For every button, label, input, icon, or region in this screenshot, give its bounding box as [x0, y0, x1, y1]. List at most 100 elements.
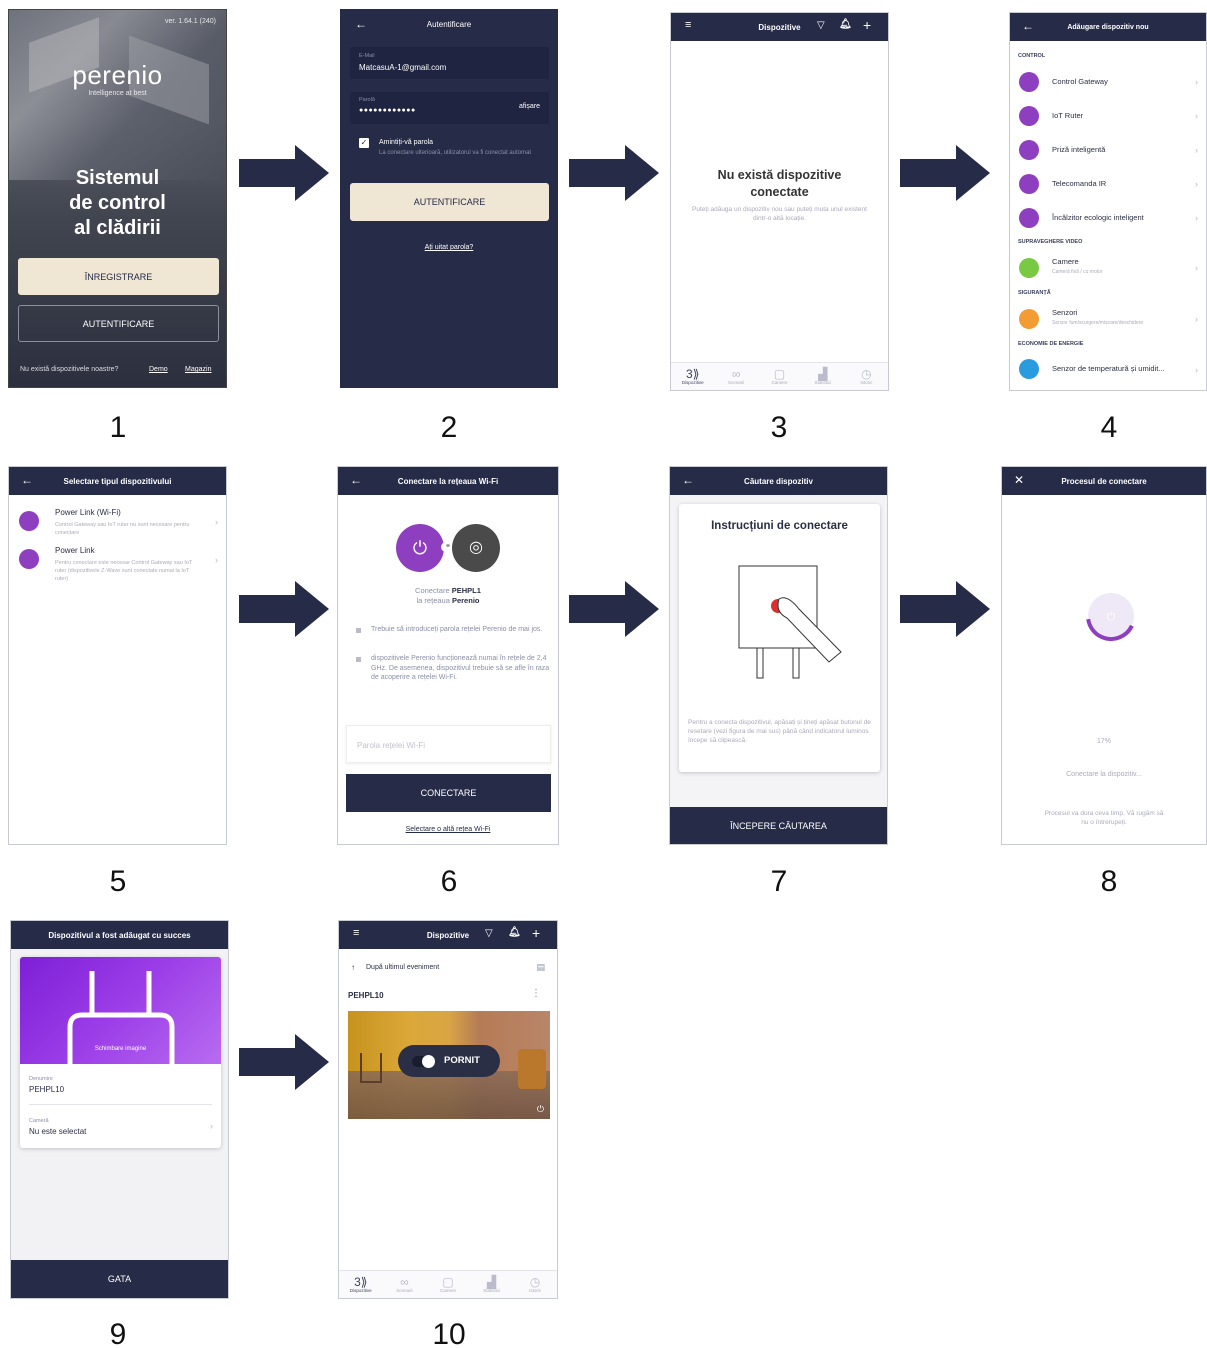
menu-icon[interactable]: ≡: [353, 927, 359, 939]
sensor-icon: [1019, 309, 1039, 329]
app-version: ver. 1.64.1 (240): [165, 18, 216, 25]
progress-ring: ⏻: [1086, 591, 1136, 641]
tab-scenarios[interactable]: ∞ Scenarii: [714, 363, 757, 390]
devices-icon: 3⟫: [354, 1275, 368, 1289]
back-arrow-icon[interactable]: ←: [21, 473, 33, 487]
remember-label: Amintiți-vă parola: [379, 139, 434, 146]
add-icon[interactable]: +: [532, 925, 540, 941]
connect-button[interactable]: CONECTARE: [346, 774, 551, 812]
screen-title: Autentificare: [426, 20, 472, 29]
email-field[interactable]: E-Mail MatcasuA-1@gmail.com: [350, 47, 549, 79]
other-network-link[interactable]: Selectare o altă rețea Wi-Fi: [338, 826, 558, 833]
tab-rooms[interactable]: ▢ Camere: [758, 363, 801, 390]
list-item-control-gateway[interactable]: Control Gateway ›: [1010, 65, 1206, 99]
history-icon: ◷: [529, 1275, 541, 1289]
bell-icon[interactable]: 🔔︎: [839, 19, 852, 30]
progress-percent: 17%: [1096, 738, 1111, 745]
bell-icon[interactable]: 🔔︎: [508, 927, 521, 938]
list-item-iot-router[interactable]: IoT Ruter ›: [1010, 99, 1206, 133]
wifi-password-input[interactable]: Parola rețelei Wi-Fi: [346, 725, 551, 763]
demo-link[interactable]: Demo: [149, 366, 168, 373]
register-button[interactable]: ÎNREGISTRARE: [18, 258, 219, 295]
list-item-sensors[interactable]: Senzori Senzor fum/scurgere/mișcare/desc…: [1010, 302, 1206, 336]
shop-link[interactable]: Magazin: [185, 366, 211, 373]
step-number-7: 7: [770, 865, 788, 898]
change-image-label[interactable]: Schimbare imagine: [20, 1046, 221, 1052]
device-image[interactable]: Schimbare imagine: [20, 957, 221, 1064]
list-item-power-link[interactable]: Power Link Pentru conectare este necesar…: [9, 543, 226, 587]
top-bar: ← Căutare dispozitiv: [670, 467, 887, 495]
rooms-icon: ▢: [773, 367, 786, 381]
name-value[interactable]: PEHPL10: [29, 1085, 64, 1094]
scenarios-icon: ∞: [731, 367, 741, 381]
password-label: Parolă: [359, 97, 375, 103]
bottom-tab-bar: 3⟫ Dispozitive ∞ Scenarii ▢ Camere ▟ Statist…: [339, 1270, 557, 1298]
remote-icon: [1019, 174, 1039, 194]
tab-scenarios[interactable]: ∞ Scenarii: [383, 1271, 427, 1298]
svg-text:⏻: ⏻: [1107, 610, 1116, 623]
list-item-smart-plug[interactable]: Priză inteligentă ›: [1010, 133, 1206, 167]
close-icon[interactable]: ✕: [1014, 473, 1024, 487]
sort-label[interactable]: După ultimul eveniment: [366, 964, 439, 971]
chevron-right-icon: ›: [1195, 365, 1198, 375]
back-arrow-icon[interactable]: ←: [350, 473, 362, 487]
list-item-power-link-wifi[interactable]: Power Link (Wi-Fi) Control Gateway sau I…: [9, 505, 226, 541]
back-arrow-icon[interactable]: ←: [1022, 19, 1034, 33]
list-view-icon[interactable]: ▤: [536, 962, 545, 973]
screen-6-wifi: ← Conectare la rețeaua Wi-Fi ⏻ ⚭ ◎ Conec…: [337, 466, 559, 845]
list-item-temp-humidity-sensor[interactable]: Senzor de temperatură și umidit... ›: [1010, 353, 1206, 387]
plug-icon: [19, 549, 39, 569]
tab-statistics[interactable]: ▟ Statistici: [801, 363, 844, 390]
login-button[interactable]: AUTENTIFICARE: [18, 305, 219, 342]
add-icon[interactable]: +: [863, 17, 871, 33]
room-label: Cameră: [29, 1118, 49, 1124]
chevron-right-icon: ›: [215, 517, 218, 527]
login-submit-button[interactable]: AUTENTIFICARE: [350, 183, 549, 221]
room-photo: [360, 1053, 382, 1083]
tab-history[interactable]: ◷ Istoric: [513, 1271, 557, 1298]
plug-icon: [19, 511, 39, 531]
screen-title: Dispozitive: [426, 930, 470, 940]
top-bar: ✕ Procesul de conectare: [1002, 467, 1206, 495]
step-number-5: 5: [109, 865, 127, 898]
list-item-ir-remote[interactable]: Telecomanda IR ›: [1010, 167, 1206, 201]
room-value[interactable]: Nu este selectat: [29, 1127, 86, 1136]
arrow-right-icon: [239, 581, 329, 637]
tab-devices[interactable]: 3⟫ Dispozitive: [339, 1271, 383, 1298]
more-options-icon[interactable]: ⋮: [531, 988, 541, 999]
list-item-cameras[interactable]: Camere Cameră fixă / cu motor ›: [1010, 251, 1206, 285]
start-search-button[interactable]: ÎNCEPERE CĂUTAREA: [670, 807, 887, 844]
back-arrow-icon[interactable]: ←: [682, 473, 694, 487]
note-frequency: dispozitivele Perenio funcționează numai…: [371, 655, 550, 681]
remember-checkbox[interactable]: ✓: [359, 138, 369, 148]
device-tile[interactable]: PORNIT ⏻: [348, 1011, 550, 1119]
thermometer-icon: [1019, 359, 1039, 379]
toggle-knob: [422, 1055, 435, 1068]
filter-icon[interactable]: ▽: [817, 20, 825, 31]
tab-devices[interactable]: 3⟫ Dispozitive: [671, 363, 714, 390]
tab-history[interactable]: ◷ Istoric: [845, 363, 888, 390]
tab-statistics[interactable]: ▟ Statistici: [470, 1271, 514, 1298]
show-password-toggle[interactable]: afișare: [519, 103, 540, 110]
instructions-text: Pentru a conecta dispozitivul, apăsați ș…: [688, 719, 871, 744]
scenarios-icon: ∞: [400, 1275, 409, 1289]
section-control: CONTROL: [1018, 53, 1046, 59]
sort-arrow-icon[interactable]: ↑: [351, 963, 355, 972]
done-button[interactable]: GATA: [11, 1260, 228, 1298]
headline-line-2: de control: [69, 192, 166, 214]
rooms-icon: ▢: [442, 1275, 454, 1289]
headline-line-3: al clădirii: [74, 217, 161, 239]
power-toggle[interactable]: PORNIT: [398, 1045, 500, 1077]
list-item-eco-heater[interactable]: Încălzitor ecologic inteligent ›: [1010, 201, 1206, 235]
tab-rooms[interactable]: ▢ Camere: [426, 1271, 470, 1298]
chevron-right-icon: ›: [1195, 263, 1198, 273]
chevron-right-icon: ›: [1195, 111, 1198, 121]
footer-question: Nu există dispozitivele noastre?: [20, 366, 119, 373]
note-password: Trebuie să introduceți parola rețelei Pe…: [371, 626, 543, 633]
password-field[interactable]: Parolă ●●●●●●●●●●●● afișare: [350, 92, 549, 124]
plug-icon: ⏻: [396, 524, 444, 572]
filter-icon[interactable]: ▽: [485, 928, 493, 939]
statistics-icon: ▟: [486, 1275, 497, 1289]
forgot-password-link[interactable]: Ați uitat parola?: [341, 244, 557, 251]
menu-icon[interactable]: ≡: [685, 19, 691, 31]
